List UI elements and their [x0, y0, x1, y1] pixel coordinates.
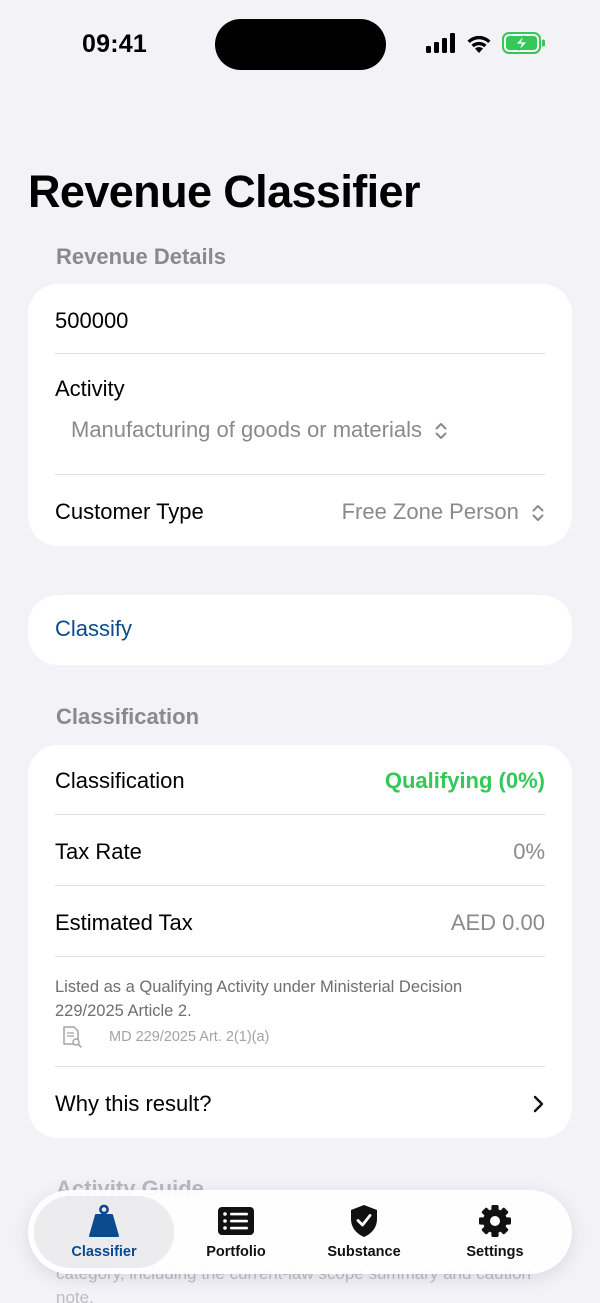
divider	[55, 1066, 545, 1067]
classification-note: Listed as a Qualifying Activity under Mi…	[55, 978, 463, 1020]
activity-value[interactable]: Manufacturing of goods or materials	[71, 417, 422, 442]
divider	[55, 814, 545, 815]
estimated-tax-label: Estimated Tax	[55, 910, 193, 935]
tab-settings-label: Settings	[466, 1244, 524, 1260]
tab-bar: Classifier Portfolio Substance Settings	[28, 1190, 572, 1274]
customer-type-label: Customer Type	[55, 499, 204, 524]
classification-card: Classification Qualifying (0%) Tax Rate …	[28, 745, 572, 1138]
dynamic-island	[215, 19, 386, 70]
tab-classifier[interactable]: Classifier	[34, 1196, 174, 1268]
customer-type-value[interactable]: Free Zone Person	[342, 499, 519, 524]
tab-substance-label: Substance	[327, 1244, 401, 1260]
classification-header: Classification	[56, 704, 200, 729]
document-search-icon	[63, 1026, 82, 1048]
classification-row: Classification Qualifying (0%)	[55, 766, 545, 796]
activity-label: Activity	[55, 376, 125, 401]
estimated-tax-value: AED 0.00	[450, 910, 545, 935]
estimated-tax-row: Estimated Tax AED 0.00	[55, 908, 545, 938]
shield-check-icon	[351, 1205, 377, 1237]
revenue-amount-value[interactable]: 500000	[55, 308, 128, 334]
divider	[55, 956, 545, 957]
tab-substance[interactable]: Substance	[294, 1196, 434, 1268]
revenue-amount-field[interactable]: 500000	[55, 306, 545, 336]
tab-classifier-label: Classifier	[71, 1244, 137, 1260]
activity-picker[interactable]: Manufacturing of goods or materials	[71, 417, 448, 443]
classification-label: Classification	[55, 768, 185, 793]
revenue-details-card: 500000 Activity Manufacturing of goods o…	[28, 284, 572, 546]
chevron-right-icon	[533, 1095, 544, 1113]
classify-button-label[interactable]: Classify	[55, 616, 132, 642]
tab-portfolio[interactable]: Portfolio	[166, 1196, 306, 1268]
wifi-icon	[467, 35, 491, 53]
why-this-result-label[interactable]: Why this result?	[55, 1091, 212, 1117]
revenue-details-header: Revenue Details	[56, 244, 226, 269]
classify-button[interactable]: Classify	[28, 595, 572, 665]
battery-icon	[502, 32, 545, 54]
customer-type-picker[interactable]: Free Zone Person	[342, 499, 545, 525]
classification-value: Qualifying (0%)	[384, 768, 545, 793]
chevron-up-down-icon	[532, 505, 544, 522]
tab-portfolio-label: Portfolio	[206, 1244, 266, 1260]
status-time: 09:41	[82, 30, 147, 58]
customer-type-row[interactable]: Customer Type Free Zone Person	[55, 497, 545, 527]
activity-label-row: Activity	[55, 374, 545, 404]
divider	[55, 885, 545, 886]
status-bar: 09:41	[0, 0, 600, 90]
list-icon	[218, 1207, 254, 1235]
tax-rate-value: 0%	[513, 839, 545, 864]
divider	[55, 474, 545, 475]
chevron-up-down-icon	[435, 423, 447, 440]
tax-rate-label: Tax Rate	[55, 839, 142, 864]
gear-icon	[479, 1205, 511, 1237]
page-title: Revenue Classifier	[28, 166, 421, 217]
weight-icon	[89, 1204, 119, 1237]
tax-rate-row: Tax Rate 0%	[55, 837, 545, 867]
divider	[55, 353, 545, 354]
tab-settings[interactable]: Settings	[425, 1196, 565, 1268]
why-this-result-row[interactable]: Why this result?	[55, 1089, 545, 1119]
legal-reference: MD 229/2025 Art. 2(1)(a)	[109, 1029, 270, 1045]
cellular-signal-icon	[426, 33, 455, 53]
